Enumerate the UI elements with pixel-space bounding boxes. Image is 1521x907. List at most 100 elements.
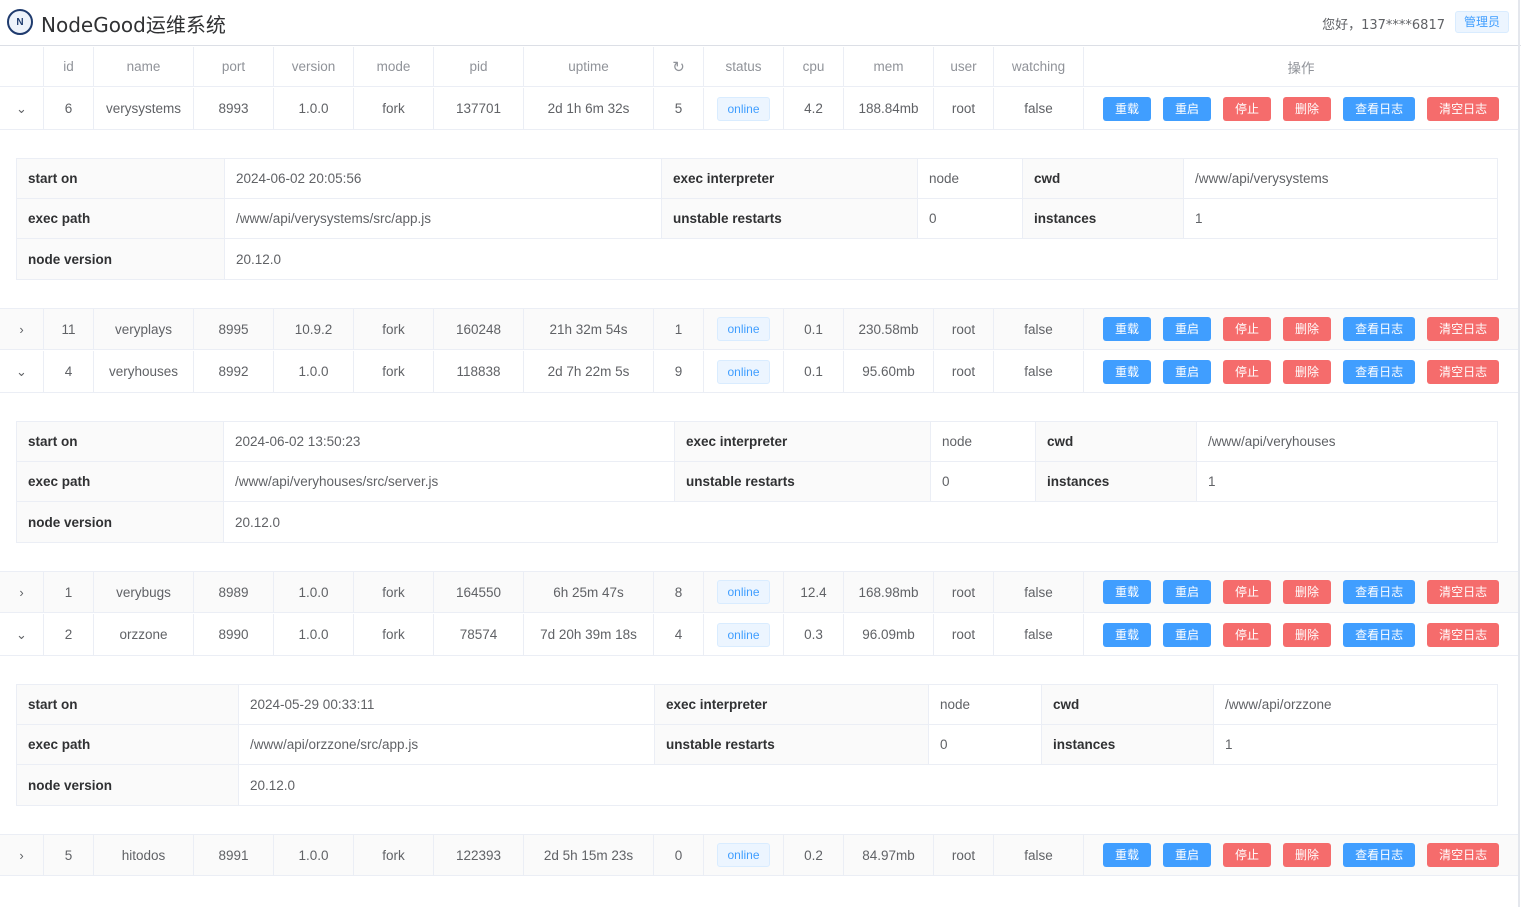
expand-arrow-icon[interactable]: ›	[0, 835, 44, 875]
cell-restarts: 4	[654, 614, 704, 655]
status-badge: online	[717, 96, 770, 121]
detail-label: unstable restarts	[655, 725, 929, 764]
detail-label: node version	[17, 502, 224, 542]
delete-button[interactable]: 删除	[1283, 96, 1332, 121]
expand-arrow-icon[interactable]: ⌄	[0, 88, 44, 129]
cell-port: 8993	[194, 88, 274, 129]
cell-watching: false	[994, 88, 1084, 129]
cell-version: 1.0.0	[274, 614, 354, 655]
detail-label: cwd	[1036, 422, 1197, 461]
detail-value: 1	[1195, 211, 1203, 226]
column-expand	[0, 47, 44, 86]
cell-name: veryplays	[94, 309, 194, 349]
cell-name: veryhouses	[94, 351, 194, 392]
restart-button[interactable]: 重启	[1163, 843, 1212, 867]
detail-value: /www/api/verysystems/src/app.js	[225, 199, 662, 238]
stop-button[interactable]: 停止	[1223, 96, 1272, 121]
cell-cpu: 0.1	[784, 309, 844, 349]
logo-icon: N	[7, 9, 33, 35]
clear-log-button[interactable]: 清空日志	[1427, 843, 1500, 867]
cell-actions: 重载 重启 停止 删除 查看日志 清空日志	[1084, 309, 1518, 349]
cell-mode: fork	[354, 351, 434, 392]
detail-label: cwd	[1023, 159, 1184, 198]
detail-label: start on	[17, 422, 224, 461]
view-log-button[interactable]: 查看日志	[1343, 96, 1416, 121]
reload-button[interactable]: 重载	[1103, 96, 1152, 121]
expand-arrow-icon[interactable]: ›	[0, 309, 44, 349]
delete-button[interactable]: 删除	[1283, 359, 1332, 384]
delete-button[interactable]: 删除	[1283, 580, 1332, 604]
reload-button[interactable]: 重载	[1103, 580, 1152, 604]
cell-pid: 137701	[434, 88, 524, 129]
cell-port: 8995	[194, 309, 274, 349]
cell-user: root	[934, 614, 994, 655]
stop-button[interactable]: 停止	[1223, 580, 1272, 604]
detail-label: instances	[1023, 199, 1184, 238]
table-row[interactable]: ⌄ 6 verysystems 8993 1.0.0 fork 137701 2…	[0, 88, 1518, 130]
clear-log-button[interactable]: 清空日志	[1427, 580, 1500, 604]
restart-button[interactable]: 重启	[1163, 580, 1212, 604]
cell-id: 11	[44, 309, 94, 349]
reload-button[interactable]: 重载	[1103, 317, 1152, 341]
table-row[interactable]: › 11 veryplays 8995 10.9.2 fork 160248 2…	[0, 308, 1518, 350]
view-log-button[interactable]: 查看日志	[1343, 622, 1416, 647]
expand-arrow-icon[interactable]: ›	[0, 572, 44, 612]
clear-log-button[interactable]: 清空日志	[1427, 622, 1500, 647]
reload-button[interactable]: 重载	[1103, 843, 1152, 867]
cell-pid: 122393	[434, 835, 524, 875]
reload-button[interactable]: 重载	[1103, 359, 1152, 384]
detail-value: /www/api/verysystems	[1195, 171, 1329, 186]
cell-actions: 重载 重启 停止 删除 查看日志 清空日志	[1084, 835, 1518, 875]
view-log-button[interactable]: 查看日志	[1343, 317, 1416, 341]
cell-mode: fork	[354, 88, 434, 129]
restart-button[interactable]: 重启	[1163, 622, 1212, 647]
detail-value: 20.12.0	[250, 777, 296, 793]
clear-log-button[interactable]: 清空日志	[1427, 96, 1500, 121]
table-row[interactable]: ⌄ 2 orzzone 8990 1.0.0 fork 78574 7d 20h…	[0, 614, 1518, 656]
view-log-button[interactable]: 查看日志	[1343, 359, 1416, 384]
stop-button[interactable]: 停止	[1223, 359, 1272, 384]
delete-button[interactable]: 删除	[1283, 317, 1332, 341]
table-row[interactable]: › 1 verybugs 8989 1.0.0 fork 164550 6h 2…	[0, 571, 1518, 613]
detail-value: 20.12.0	[236, 251, 282, 267]
table-row[interactable]: › 5 hitodos 8991 1.0.0 fork 122393 2d 5h…	[0, 834, 1518, 876]
column-status: status	[704, 47, 784, 86]
stop-button[interactable]: 停止	[1223, 622, 1272, 647]
cell-port: 8991	[194, 835, 274, 875]
view-log-button[interactable]: 查看日志	[1343, 843, 1416, 867]
restart-button[interactable]: 重启	[1163, 96, 1212, 121]
restart-button[interactable]: 重启	[1163, 359, 1212, 384]
cell-status: online	[704, 614, 784, 655]
cell-user: root	[934, 835, 994, 875]
expand-arrow-icon[interactable]: ⌄	[0, 351, 44, 392]
delete-button[interactable]: 删除	[1283, 622, 1332, 647]
role-badge: 管理员	[1454, 11, 1509, 33]
reload-button[interactable]: 重载	[1103, 622, 1152, 647]
detail-value: 0	[931, 462, 1036, 501]
cell-pid: 160248	[434, 309, 524, 349]
status-badge: online	[717, 580, 770, 604]
delete-button[interactable]: 删除	[1283, 843, 1332, 867]
column-port: port	[194, 47, 274, 86]
cell-pid: 78574	[434, 614, 524, 655]
cell-user: root	[934, 572, 994, 612]
clear-log-button[interactable]: 清空日志	[1427, 317, 1500, 341]
expand-arrow-icon[interactable]: ⌄	[0, 614, 44, 655]
cell-status: online	[704, 309, 784, 349]
detail-row: exec path /www/api/orzzone/src/app.js un…	[17, 725, 1497, 765]
clear-log-button[interactable]: 清空日志	[1427, 359, 1500, 384]
cell-actions: 重载 重启 停止 删除 查看日志 清空日志	[1084, 88, 1518, 129]
restart-button[interactable]: 重启	[1163, 317, 1212, 341]
view-log-button[interactable]: 查看日志	[1343, 580, 1416, 604]
detail-value: 0	[918, 199, 1023, 238]
cell-version: 1.0.0	[274, 572, 354, 612]
table-header: id name port version mode pid uptime ↻ s…	[0, 47, 1518, 87]
table-row[interactable]: ⌄ 4 veryhouses 8992 1.0.0 fork 118838 2d…	[0, 351, 1518, 393]
scrollbar-track[interactable]	[1518, 0, 1520, 907]
stop-button[interactable]: 停止	[1223, 843, 1272, 867]
cell-mode: fork	[354, 614, 434, 655]
cell-mem: 230.58mb	[844, 309, 934, 349]
detail-label: exec path	[17, 725, 239, 764]
stop-button[interactable]: 停止	[1223, 317, 1272, 341]
cell-pid: 164550	[434, 572, 524, 612]
